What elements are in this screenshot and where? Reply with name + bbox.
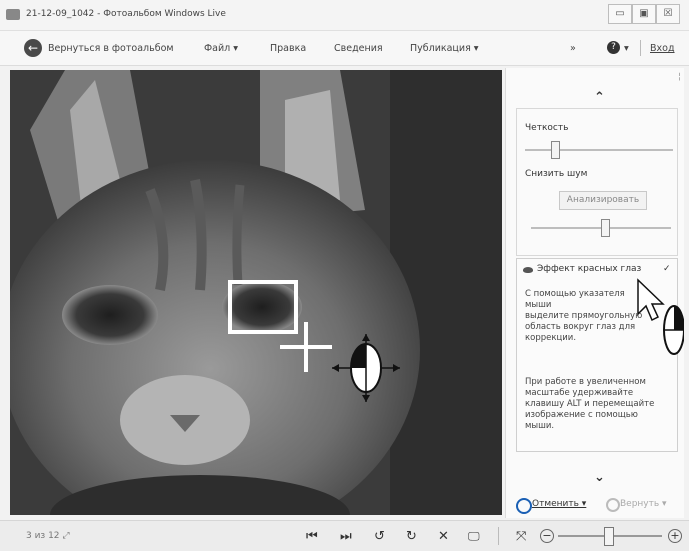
redeye-instructions: С помощью указателя мыши выделите прямоу… <box>525 289 645 344</box>
hint-line: мыши. <box>525 421 555 431</box>
zoom-hint: При работе в увеличенном масштабе удержи… <box>525 377 665 432</box>
denoise-slider-thumb[interactable] <box>601 219 610 237</box>
rotate-right-icon[interactable]: ↻ <box>406 530 417 543</box>
help-icon[interactable]: ? <box>607 41 620 54</box>
file-position: 3 из 12 ⤢ <box>26 531 70 541</box>
back-to-gallery-link[interactable]: Вернуться в фотоальбом <box>48 43 174 54</box>
sharpness-slider-thumb[interactable] <box>551 141 560 159</box>
instruction-line: коррекции. <box>525 333 577 343</box>
menu-publish[interactable]: Публикация ▾ <box>410 43 479 54</box>
panel-scroll-marker: ¦ <box>678 72 682 82</box>
instruction-line: выделите прямоугольную <box>525 311 643 321</box>
title-bar: 21-12-09_1042 - Фотоальбом Windows Live … <box>0 0 689 31</box>
help-dropdown-icon[interactable]: ▾ <box>624 43 629 54</box>
redo-icon <box>606 498 620 512</box>
minimize-button[interactable]: ▭ <box>608 4 632 24</box>
window-title: 21-12-09_1042 - Фотоальбом Windows Live <box>26 9 226 19</box>
eye-icon <box>523 267 533 273</box>
collapse-chevron-icon[interactable]: ⌃ <box>594 90 605 105</box>
hint-line: изображение с помощью <box>525 410 638 420</box>
redo-button: Вернуть ▾ <box>620 499 667 509</box>
app-icon <box>6 9 20 20</box>
menu-bar: ← Вернуться в фотоальбом Файл ▾ Правка С… <box>0 31 689 66</box>
undo-button[interactable]: Отменить ▾ <box>532 499 586 509</box>
hint-line: клавишу ALT и перемещайте <box>525 399 655 409</box>
expand-chevron-icon[interactable]: ⌄ <box>594 470 605 485</box>
instruction-line: область вокруг глаз для <box>525 322 636 332</box>
sharpness-slider-track <box>525 149 673 151</box>
photo-canvas[interactable] <box>10 70 502 515</box>
zoom-in-icon[interactable]: + <box>668 529 682 543</box>
cat-photo <box>10 70 502 515</box>
instruction-line: С помощью указателя мыши <box>525 289 625 310</box>
sharpness-label: Четкость <box>525 123 569 133</box>
maximize-button[interactable]: ▣ <box>632 4 656 24</box>
checkmark-icon: ✓ <box>663 264 671 274</box>
move-cursor-icon <box>332 334 400 402</box>
hint-line: масштабе удерживайте <box>525 388 634 398</box>
zoom-slider-thumb[interactable] <box>604 527 614 546</box>
denoise-label: Снизить шум <box>525 169 588 179</box>
mouse-pointer-icon <box>637 278 684 355</box>
hint-line: При работе в увеличенном <box>525 377 646 387</box>
menu-info[interactable]: Сведения <box>334 43 383 54</box>
fit-to-window-icon[interactable]: ⤧ <box>516 530 526 543</box>
overflow-chevron-icon[interactable]: » <box>570 43 576 54</box>
slideshow-icon[interactable]: 🖵 <box>468 530 480 543</box>
menu-divider <box>640 40 641 56</box>
menu-file[interactable]: Файл ▾ <box>204 43 238 54</box>
rotate-left-icon[interactable]: ↺ <box>374 530 385 543</box>
back-arrow-icon[interactable]: ← <box>24 39 42 57</box>
fix-panel: ¦ ⌃ Четкость Снизить шум Анализировать Э… <box>505 68 684 518</box>
adjust-detail-section: Четкость Снизить шум Анализировать <box>516 108 678 256</box>
status-bar: 3 из 12 ⤢ ⏮ ⏭ ↺ ↻ ✕ 🖵 ⤧ − + <box>0 520 689 551</box>
close-button[interactable]: ☒ <box>656 4 680 24</box>
sign-in-link[interactable]: Вход <box>650 43 675 54</box>
next-photo-icon[interactable]: ⏭ <box>340 530 352 543</box>
menu-edit[interactable]: Правка <box>270 43 306 54</box>
undo-icon[interactable] <box>516 498 532 514</box>
status-divider <box>498 527 499 545</box>
previous-photo-icon[interactable]: ⏮ <box>306 530 318 543</box>
redeye-title[interactable]: Эффект красных глаз <box>537 264 641 274</box>
delete-icon[interactable]: ✕ <box>438 530 449 543</box>
zoom-out-icon[interactable]: − <box>540 529 554 543</box>
analyze-button[interactable]: Анализировать <box>559 191 647 210</box>
